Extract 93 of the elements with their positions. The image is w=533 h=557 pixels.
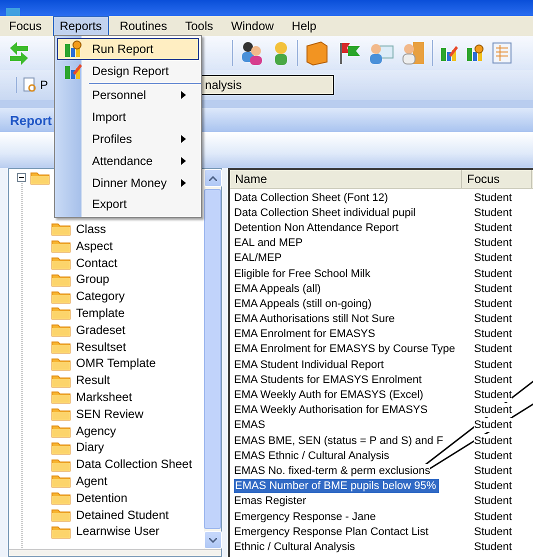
menu-entry[interactable]: Personnel (57, 84, 199, 106)
tree-item[interactable]: Agency (9, 422, 204, 439)
report-name[interactable]: EMA Appeals (still on-going) (234, 296, 372, 311)
horizontal-scrollbar[interactable] (9, 549, 221, 556)
menu-entry[interactable]: Attendance (57, 150, 199, 172)
report-name[interactable]: Data Collection Sheet individual pupil (234, 206, 416, 220)
report-name[interactable]: Detention Non Attendance Report (234, 220, 399, 235)
tree-item[interactable]: Marksheet (9, 388, 204, 406)
folder-icon (51, 524, 71, 539)
caret-up-icon (209, 176, 217, 180)
report-name[interactable]: EMA Student Individual Report (234, 358, 384, 372)
folder-icon (51, 456, 71, 472)
menu-item[interactable]: Reports (52, 16, 109, 36)
folder-icon (51, 288, 71, 304)
report-name[interactable]: Emas Register (234, 494, 306, 508)
folder-icon (51, 372, 71, 388)
folder-icon (51, 406, 71, 422)
folder-icon (51, 272, 71, 287)
folder-icon (51, 305, 71, 320)
folder-icon (30, 170, 50, 185)
tree-item[interactable]: SEN Review (9, 405, 204, 422)
menu-entry[interactable]: Dinner Money (57, 172, 199, 194)
report-focus: Student (474, 418, 512, 432)
report-name[interactable]: EMA Weekly Auth for EMASYS (Excel) (234, 388, 424, 402)
tree-item[interactable]: Gradeset (9, 321, 204, 338)
report-name[interactable]: EMAS Number of BME pupils below 95% (234, 479, 440, 494)
chart-gear-icon (63, 38, 83, 59)
folder-icon (51, 507, 71, 522)
scroll-up-button[interactable] (204, 169, 222, 187)
folder-icon (51, 356, 71, 371)
chart-gear-icon (465, 43, 485, 63)
report-name[interactable]: EMAS No. fixed-term & perm exclusions (234, 464, 430, 478)
tree-item[interactable]: Contact (9, 254, 204, 271)
menu-entry[interactable]: Run Report (57, 38, 199, 60)
scroll-thumb[interactable] (204, 189, 221, 529)
folder-icon (51, 255, 71, 270)
folder-icon (51, 473, 71, 488)
tree-item[interactable]: Resultset (9, 338, 204, 355)
menu-entry[interactable]: Design Report (57, 60, 199, 82)
menu-item[interactable]: Tools (178, 16, 220, 36)
folder-icon (51, 440, 71, 455)
menu-entry[interactable]: Import (57, 106, 199, 128)
column-header[interactable]: Focus (462, 170, 532, 188)
report-name[interactable]: EMAS BME, SEN (status = P and S) and F (234, 434, 444, 448)
tree-item[interactable]: OMR Template (9, 354, 204, 372)
tree-item[interactable]: Learnwise User (9, 522, 204, 540)
folder-icon (51, 322, 71, 338)
report-name[interactable]: Data Collection Sheet (Font 12) (234, 190, 388, 205)
folder-icon (51, 339, 71, 354)
tree-item[interactable]: Diary (9, 438, 204, 456)
folder-icon (51, 423, 71, 438)
report-name[interactable]: EMA Enrolment for EMASYS by Course Type (234, 342, 456, 356)
tree-item[interactable]: Group (9, 270, 204, 288)
report-focus: Student (474, 388, 512, 402)
folder-icon (51, 221, 71, 236)
menu-item[interactable]: Routines (112, 16, 174, 36)
report-name[interactable]: Ethnic / Cultural Analysis (234, 540, 356, 554)
report-name[interactable]: EMA Weekly Authorisation for EMASYS (234, 403, 428, 418)
caret-down-icon (209, 538, 217, 542)
report-name[interactable]: Emergency Response - Jane (234, 510, 376, 524)
menu-entry[interactable]: Export (57, 194, 199, 216)
folder-icon (51, 238, 71, 254)
report-name[interactable]: EMA Appeals (all) (234, 282, 321, 296)
menu-item[interactable]: Help (284, 16, 324, 36)
tree-item[interactable]: Class (9, 220, 204, 238)
collapse-icon[interactable] (17, 173, 26, 182)
tree-item[interactable]: Data Collection Sheet (9, 456, 204, 473)
person-door-icon[interactable] (400, 40, 426, 66)
magnifier-page-icon (23, 77, 37, 93)
app-icon (6, 8, 20, 16)
tree-item[interactable]: Result (9, 372, 204, 389)
folder-icon (51, 490, 71, 506)
scroll-down-button[interactable] (204, 531, 222, 549)
column-header[interactable]: Name (230, 170, 462, 188)
report-name[interactable]: EMAS Ethnic / Cultural Analysis (234, 448, 390, 463)
tree-item[interactable]: Detention (9, 489, 204, 506)
report-focus: Student (474, 403, 512, 418)
tree-item[interactable]: Detained Student (9, 506, 204, 523)
people-icon[interactable] (239, 40, 265, 66)
tree-item[interactable]: Template (9, 304, 204, 322)
chart-pencil-icon (439, 43, 459, 63)
report-name-field[interactable]: nalysis (200, 75, 334, 95)
tree-item[interactable]: Aspect (9, 237, 204, 254)
spreadsheet-icon[interactable] (491, 41, 513, 65)
menu-item[interactable]: Window (224, 16, 281, 36)
tree-item[interactable]: Agent (9, 472, 204, 490)
preview-button[interactable]: P (16, 77, 48, 93)
report-name[interactable]: Eligible for Free School Milk (234, 266, 370, 281)
report-name[interactable]: Emergency Response Plan Contact List (234, 524, 428, 539)
menu-item[interactable]: Focus (2, 16, 49, 36)
folder-icon (51, 389, 71, 404)
tree-item[interactable]: Category (9, 288, 204, 305)
swap-arrows-icon[interactable] (8, 41, 30, 65)
